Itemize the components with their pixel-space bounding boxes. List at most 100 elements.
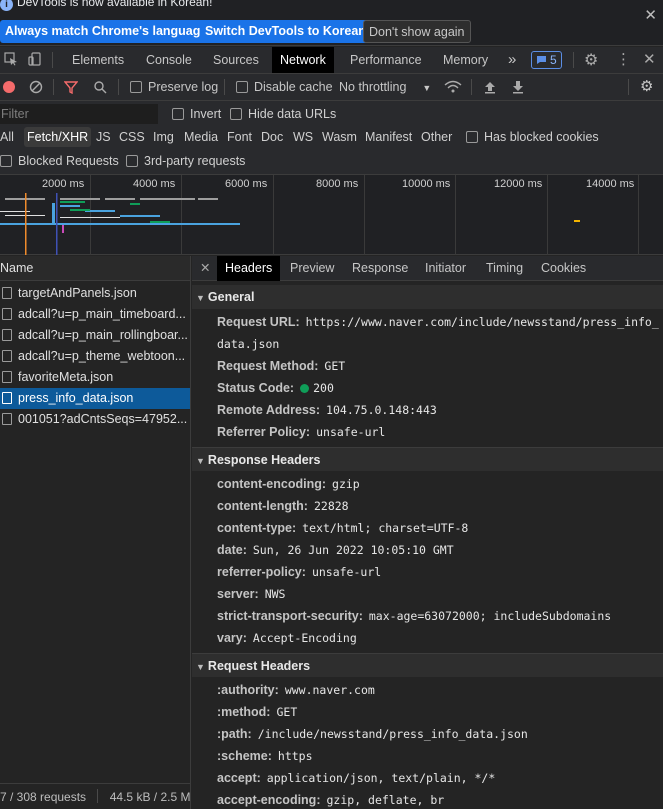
checkbox[interactable] xyxy=(172,108,184,120)
divider xyxy=(52,52,53,68)
header-key: Remote Address: xyxy=(217,403,321,417)
invert-checkbox[interactable]: Invert xyxy=(172,104,221,124)
tab-elements[interactable]: Elements xyxy=(72,47,124,73)
filter-bar: Filter Invert Hide data URLs All Fetch/X… xyxy=(0,101,663,175)
type-filter-wasm[interactable]: Wasm xyxy=(319,127,360,147)
infobar-text: DevTools is now available in Korean! xyxy=(17,0,213,9)
throttling-select[interactable]: No throttling ▼ xyxy=(339,74,431,100)
always-match-language-button[interactable]: Always match Chrome's language xyxy=(0,20,213,43)
device-toolbar-icon[interactable] xyxy=(28,52,42,69)
settings-icon[interactable]: ⚙ xyxy=(584,50,598,70)
header-row: :path: /include/newsstand/press_info_data… xyxy=(192,723,663,745)
list-item[interactable]: favoriteMeta.json xyxy=(0,367,190,388)
type-filter-js[interactable]: JS xyxy=(93,127,114,147)
language-infobar: i DevTools is now available in Korean! Al… xyxy=(0,0,663,46)
type-filter-doc[interactable]: Doc xyxy=(258,127,286,147)
issues-badge[interactable]: 5 xyxy=(531,51,562,69)
kebab-menu-icon[interactable]: ⋮ xyxy=(616,50,631,68)
type-filter-all[interactable]: All xyxy=(0,127,17,147)
header-value: application/json, text/plain, */* xyxy=(266,771,496,785)
type-filter-media[interactable]: Media xyxy=(181,127,221,147)
network-settings-icon[interactable]: ⚙ xyxy=(640,74,653,100)
has-blocked-cookies-checkbox[interactable]: Has blocked cookies xyxy=(466,127,599,147)
response-headers-section-header[interactable]: ▼ Response Headers xyxy=(192,447,663,471)
tab-performance[interactable]: Performance xyxy=(350,47,422,73)
header-row: Remote Address: 104.75.0.148:443 xyxy=(192,399,663,421)
general-section-header[interactable]: ▼ General xyxy=(192,285,663,309)
list-item[interactable]: 001051?adCntsSeqs=47952... xyxy=(0,409,190,430)
filter-icon[interactable] xyxy=(63,74,79,100)
network-overview-timeline[interactable]: 2000 ms 4000 ms 6000 ms 8000 ms 10000 ms… xyxy=(0,175,663,255)
close-icon[interactable]: ✕ xyxy=(644,6,657,24)
inspect-element-icon[interactable] xyxy=(4,52,18,69)
more-tabs-button[interactable]: » xyxy=(508,47,516,73)
timeline-bars xyxy=(0,193,580,255)
type-filter-manifest[interactable]: Manifest xyxy=(362,127,415,147)
list-item-selected[interactable]: press_info_data.json xyxy=(0,388,190,409)
list-item[interactable]: adcall?u=p_main_timeboard... xyxy=(0,304,190,325)
import-har-icon[interactable] xyxy=(484,74,496,100)
preserve-log-checkbox[interactable]: Preserve log xyxy=(130,74,218,100)
blocked-requests-checkbox[interactable]: Blocked Requests xyxy=(0,151,119,171)
header-row: date: Sun, 26 Jun 2022 10:05:10 GMT xyxy=(192,539,663,561)
checkbox[interactable] xyxy=(130,81,142,93)
name-column-header[interactable]: Name xyxy=(0,256,190,281)
header-row: Status Code: 200 xyxy=(192,377,663,399)
checkbox[interactable] xyxy=(230,108,242,120)
header-key: Status Code: xyxy=(217,381,295,395)
filter-input[interactable]: Filter xyxy=(0,104,158,124)
type-filter-fetch-xhr[interactable]: Fetch/XHR xyxy=(24,127,92,147)
tab-timing[interactable]: Timing xyxy=(486,256,523,281)
request-headers-section-header[interactable]: ▼ Request Headers xyxy=(192,653,663,677)
tab-console[interactable]: Console xyxy=(146,47,192,73)
checkbox[interactable] xyxy=(466,131,478,143)
header-key: Request URL: xyxy=(217,315,300,329)
section-title: Request Headers xyxy=(207,659,311,673)
header-value: 104.75.0.148:443 xyxy=(326,403,437,417)
tab-initiator[interactable]: Initiator xyxy=(425,256,466,281)
list-item[interactable]: adcall?u=p_main_rollingboar... xyxy=(0,325,190,346)
request-name: 001051?adCntsSeqs=47952... xyxy=(18,412,188,426)
export-har-icon[interactable] xyxy=(512,74,524,100)
network-toolbar: Preserve log Disable cache No throttling… xyxy=(0,74,663,101)
header-value: /include/newsstand/press_info_data.json xyxy=(257,727,528,741)
disable-cache-checkbox[interactable]: Disable cache xyxy=(236,74,333,100)
checkbox[interactable] xyxy=(236,81,248,93)
list-item[interactable]: adcall?u=p_theme_webtoon... xyxy=(0,346,190,367)
header-row: accept: application/json, text/plain, */* xyxy=(192,767,663,789)
dont-show-again-button[interactable]: Don't show again xyxy=(363,20,471,43)
network-conditions-icon[interactable] xyxy=(444,74,462,100)
list-item[interactable]: targetAndPanels.json xyxy=(0,283,190,304)
record-icon[interactable] xyxy=(2,74,16,100)
header-key: strict-transport-security: xyxy=(217,609,363,623)
header-value: unsafe-url xyxy=(316,425,386,439)
close-details-icon[interactable]: ✕ xyxy=(200,256,210,281)
close-devtools-icon[interactable]: ✕ xyxy=(643,50,656,68)
tab-preview[interactable]: Preview xyxy=(290,256,334,281)
checkbox[interactable] xyxy=(0,155,12,167)
hide-data-urls-checkbox[interactable]: Hide data URLs xyxy=(230,104,336,124)
collapse-triangle-icon: ▼ xyxy=(196,662,205,672)
type-filter-font[interactable]: Font xyxy=(224,127,255,147)
clear-icon[interactable] xyxy=(29,74,43,100)
tab-response[interactable]: Response xyxy=(352,256,408,281)
type-filter-other[interactable]: Other xyxy=(418,127,455,147)
checkbox[interactable] xyxy=(126,155,138,167)
header-row: Request URL: https://www.naver.com/includ… xyxy=(192,311,663,355)
type-filter-css[interactable]: CSS xyxy=(116,127,148,147)
header-key: accept-encoding: xyxy=(217,793,321,807)
tab-sources[interactable]: Sources xyxy=(213,47,259,73)
third-party-requests-checkbox[interactable]: 3rd-party requests xyxy=(126,151,245,171)
header-key: :scheme: xyxy=(217,749,272,763)
tab-headers[interactable]: Headers xyxy=(217,256,281,281)
type-filter-img[interactable]: Img xyxy=(150,127,177,147)
tab-memory[interactable]: Memory xyxy=(443,47,488,73)
collapse-triangle-icon: ▼ xyxy=(196,293,205,303)
section-title: General xyxy=(207,290,255,304)
tab-network[interactable]: Network xyxy=(272,47,334,73)
tab-cookies[interactable]: Cookies xyxy=(541,256,586,281)
search-icon[interactable] xyxy=(93,74,107,100)
switch-to-korean-button[interactable]: Switch DevTools to Korean xyxy=(200,20,371,43)
type-filter-ws[interactable]: WS xyxy=(290,127,316,147)
header-row: vary: Accept-Encoding xyxy=(192,627,663,649)
